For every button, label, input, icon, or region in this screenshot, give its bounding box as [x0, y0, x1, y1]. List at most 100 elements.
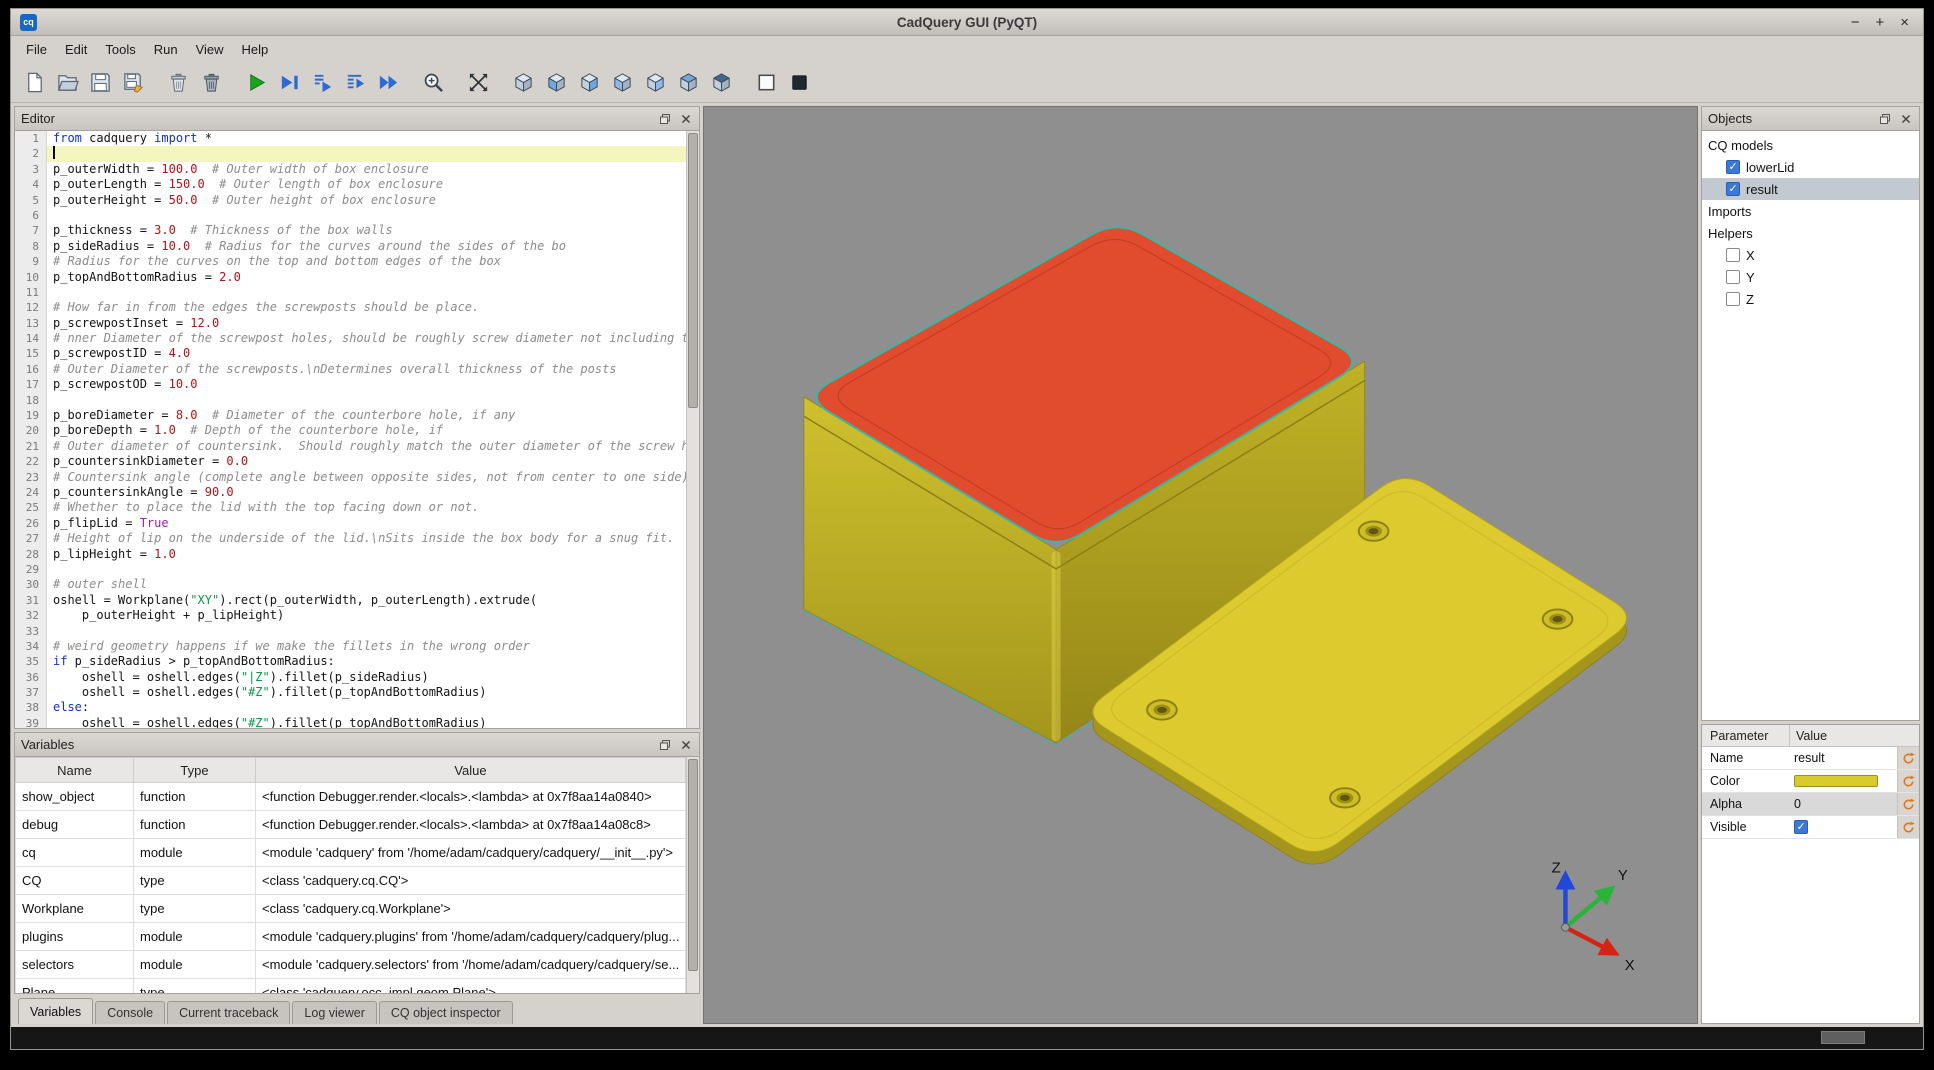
- variable-row[interactable]: selectorsmodule<module 'cadquery.selecto…: [16, 951, 686, 979]
- editor-scrollbar-thumb[interactable]: [688, 133, 698, 408]
- reset-button[interactable]: [1897, 816, 1919, 838]
- editor-body[interactable]: 1from cadquery import *23p_outerWidth = …: [15, 131, 699, 728]
- variable-row[interactable]: debugfunction<function Debugger.render.<…: [16, 811, 686, 839]
- code-line-37[interactable]: 37 oshell = oshell.edges("#Z").fillet(p_…: [15, 685, 686, 700]
- value-column-header[interactable]: Value: [1790, 729, 1919, 743]
- left-view-button[interactable]: [607, 68, 637, 98]
- code-line-20[interactable]: 20p_boreDepth = 1.0 # Depth of the count…: [15, 423, 686, 438]
- code-line-29[interactable]: 29: [15, 562, 686, 577]
- tree-item-result[interactable]: result: [1702, 178, 1919, 200]
- editor-scrollbar[interactable]: [686, 131, 699, 728]
- debug-button[interactable]: [274, 68, 304, 98]
- iso-view-button[interactable]: [508, 68, 538, 98]
- parameter-column-header[interactable]: Parameter: [1702, 725, 1790, 746]
- tree-item-lowerlid[interactable]: lowerLid: [1702, 156, 1919, 178]
- param-value[interactable]: [1790, 820, 1897, 834]
- editor-close-button[interactable]: [679, 112, 693, 126]
- code-line-8[interactable]: 8p_sideRadius = 10.0 # Radius for the cu…: [15, 239, 686, 254]
- param-value[interactable]: 0: [1790, 797, 1897, 811]
- objects-close-button[interactable]: [1899, 112, 1913, 126]
- variable-row[interactable]: Workplanetype<class 'cadquery.cq.Workpla…: [16, 895, 686, 923]
- objects-float-button[interactable]: [1878, 112, 1892, 126]
- new-file-button[interactable]: [19, 68, 49, 98]
- menu-run[interactable]: Run: [145, 38, 187, 61]
- shaded-view-button[interactable]: [784, 68, 814, 98]
- code-line-22[interactable]: 22p_countersinkDiameter = 0.0: [15, 454, 686, 469]
- 3d-viewport[interactable]: Z Y X: [703, 106, 1698, 1024]
- variables-close-button[interactable]: [679, 738, 693, 752]
- zoom-button[interactable]: [418, 68, 448, 98]
- save-as-button[interactable]: [118, 68, 148, 98]
- code-line-36[interactable]: 36 oshell = oshell.edges("|Z").fillet(p_…: [15, 670, 686, 685]
- bottom-view-button[interactable]: [706, 68, 736, 98]
- menu-tools[interactable]: Tools: [96, 38, 144, 61]
- code-line-30[interactable]: 30# outer shell: [15, 577, 686, 592]
- checkbox-z[interactable]: [1726, 292, 1740, 306]
- open-file-button[interactable]: [52, 68, 82, 98]
- tab-cq-object-inspector[interactable]: CQ object inspector: [379, 1001, 513, 1024]
- vars-col-type[interactable]: Type: [134, 758, 256, 783]
- front-view-button[interactable]: [541, 68, 571, 98]
- code-line-32[interactable]: 32 p_outerHeight + p_lipHeight): [15, 608, 686, 623]
- param-value[interactable]: result: [1790, 751, 1897, 765]
- code-line-13[interactable]: 13p_screwpostInset = 12.0: [15, 316, 686, 331]
- tree-item-y[interactable]: Y: [1702, 266, 1919, 288]
- code-area[interactable]: 1from cadquery import *23p_outerWidth = …: [15, 131, 686, 728]
- 3d-scene[interactable]: Z Y X: [704, 107, 1697, 1023]
- code-line-18[interactable]: 18: [15, 393, 686, 408]
- variable-row[interactable]: pluginsmodule<module 'cadquery.plugins' …: [16, 923, 686, 951]
- code-line-14[interactable]: 14# nner Diameter of the screwpost holes…: [15, 331, 686, 346]
- tab-log-viewer[interactable]: Log viewer: [292, 1001, 376, 1024]
- wireframe-view-button[interactable]: [751, 68, 781, 98]
- close-button[interactable]: ×: [1900, 15, 1909, 30]
- visible-checkbox[interactable]: [1794, 820, 1808, 834]
- tree-item-z[interactable]: Z: [1702, 288, 1919, 310]
- reset-button[interactable]: [1897, 747, 1919, 769]
- clear-button[interactable]: [163, 68, 193, 98]
- code-line-7[interactable]: 7p_thickness = 3.0 # Thickness of the bo…: [15, 223, 686, 238]
- menu-file[interactable]: File: [17, 38, 56, 61]
- reset-button[interactable]: [1897, 793, 1919, 815]
- code-line-38[interactable]: 38else:: [15, 700, 686, 715]
- code-line-31[interactable]: 31oshell = Workplane("XY").rect(p_outerW…: [15, 593, 686, 608]
- code-line-23[interactable]: 23# Countersink angle (complete angle be…: [15, 470, 686, 485]
- continue-button[interactable]: [373, 68, 403, 98]
- variable-row[interactable]: cqmodule<module 'cadquery' from '/home/a…: [16, 839, 686, 867]
- tree-item-helpers[interactable]: Helpers: [1702, 222, 1919, 244]
- code-line-5[interactable]: 5p_outerHeight = 50.0 # Outer height of …: [15, 193, 686, 208]
- code-line-34[interactable]: 34# weird geometry happens if we make th…: [15, 639, 686, 654]
- code-line-1[interactable]: 1from cadquery import *: [15, 131, 686, 146]
- variables-scrollbar[interactable]: [686, 757, 699, 993]
- fit-all-button[interactable]: [463, 68, 493, 98]
- code-line-16[interactable]: 16# Outer Diameter of the screwposts.\nD…: [15, 362, 686, 377]
- code-line-35[interactable]: 35if p_sideRadius > p_topAndBottomRadius…: [15, 654, 686, 669]
- code-line-2[interactable]: 2: [15, 146, 686, 161]
- menu-edit[interactable]: Edit: [56, 38, 96, 61]
- status-widget[interactable]: [1821, 1031, 1865, 1044]
- code-line-12[interactable]: 12# How far in from the edges the screwp…: [15, 300, 686, 315]
- code-line-25[interactable]: 25# Whether to place the lid with the to…: [15, 500, 686, 515]
- checkbox-lowerlid[interactable]: [1726, 160, 1740, 174]
- param-value[interactable]: [1790, 775, 1897, 787]
- code-line-24[interactable]: 24p_countersinkAngle = 90.0: [15, 485, 686, 500]
- tab-current-traceback[interactable]: Current traceback: [167, 1001, 290, 1024]
- tree-item-x[interactable]: X: [1702, 244, 1919, 266]
- code-line-15[interactable]: 15p_screwpostID = 4.0: [15, 346, 686, 361]
- code-line-27[interactable]: 27# Height of lip on the underside of th…: [15, 531, 686, 546]
- checkbox-x[interactable]: [1726, 248, 1740, 262]
- color-swatch[interactable]: [1794, 775, 1878, 787]
- save-file-button[interactable]: [85, 68, 115, 98]
- code-line-4[interactable]: 4p_outerLength = 150.0 # Outer length of…: [15, 177, 686, 192]
- reset-button[interactable]: [1897, 770, 1919, 792]
- tab-console[interactable]: Console: [95, 1001, 165, 1024]
- variable-row[interactable]: CQtype<class 'cadquery.cq.CQ'>: [16, 867, 686, 895]
- step-into-button[interactable]: [340, 68, 370, 98]
- right-view-button[interactable]: [640, 68, 670, 98]
- tree-item-imports[interactable]: Imports: [1702, 200, 1919, 222]
- code-line-21[interactable]: 21# Outer diameter of countersink. Shoul…: [15, 439, 686, 454]
- tree-item-cq-models[interactable]: CQ models: [1702, 134, 1919, 156]
- code-line-10[interactable]: 10p_topAndBottomRadius = 2.0: [15, 270, 686, 285]
- checkbox-y[interactable]: [1726, 270, 1740, 284]
- top-view-button[interactable]: [673, 68, 703, 98]
- code-line-19[interactable]: 19p_boreDiameter = 8.0 # Diameter of the…: [15, 408, 686, 423]
